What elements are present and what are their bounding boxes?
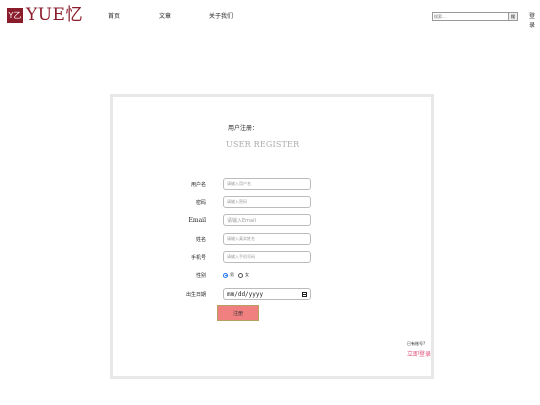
birthday-value: mm/dd/yyyy <box>227 290 264 298</box>
gender-radio-group: 男 女 <box>223 272 249 278</box>
birthday-date-input[interactable]: mm/dd/yyyy <box>223 288 311 300</box>
have-account-text: 已有账号? <box>407 341 426 346</box>
gender-label: 性别 <box>195 273 206 279</box>
gender-male-radio[interactable] <box>223 272 228 278</box>
username-label: 用户名 <box>190 182 206 188</box>
gender-male-label: 男 <box>230 272 234 277</box>
logo-text: YUE忆 <box>26 5 83 25</box>
username-input[interactable]: 请输入用户名 <box>223 178 311 190</box>
logo-mark: Y乙 <box>7 7 23 23</box>
calendar-icon[interactable] <box>302 291 307 297</box>
email-input[interactable]: 请输入Email <box>223 214 311 226</box>
nav-about[interactable]: 关于我们 <box>209 11 233 20</box>
password-input[interactable]: 请输入密码 <box>223 196 311 208</box>
search-input[interactable] <box>432 12 509 21</box>
nav-articles[interactable]: 文章 <box>159 11 171 20</box>
nav-home[interactable]: 首页 <box>108 11 120 20</box>
login-link[interactable]: 登录 <box>529 11 540 29</box>
gender-female-label: 女 <box>245 272 249 277</box>
gender-female-radio[interactable] <box>238 272 243 278</box>
name-label: 姓名 <box>195 237 206 243</box>
register-title: 用户注册： <box>228 125 259 132</box>
register-submit-button[interactable]: 注册 <box>217 305 259 321</box>
name-input[interactable]: 请输入真实姓名 <box>223 233 311 245</box>
register-subtitle: USER REGISTER <box>226 140 300 149</box>
phone-input[interactable]: 请输入手机号码 <box>223 251 311 263</box>
birthday-label: 出生日期 <box>185 292 206 298</box>
site-logo[interactable]: Y乙 YUE忆 <box>7 5 83 25</box>
register-panel: 用户注册： USER REGISTER 用户名 请输入用户名 密码 请输入密码 … <box>110 94 434 379</box>
email-label: Email <box>188 217 206 224</box>
phone-label: 手机号 <box>190 255 206 261</box>
search-button[interactable]: 搜 <box>508 12 518 21</box>
password-label: 密码 <box>195 200 206 206</box>
login-now-link[interactable]: 立即登录 <box>407 349 431 358</box>
